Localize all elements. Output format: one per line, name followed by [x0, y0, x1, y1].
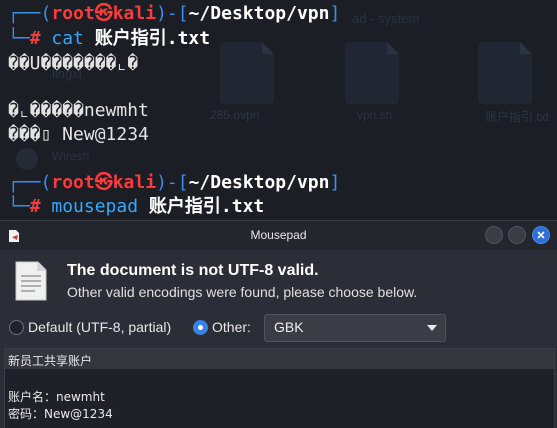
app-icon	[16, 148, 38, 170]
prompt-corner: ┌──(	[8, 3, 52, 24]
file-icon[interactable]	[220, 42, 274, 104]
encoding-dialog: Mousepad The document is not UTF-8 valid…	[0, 220, 557, 428]
prompt-host: kali	[112, 3, 157, 24]
close-icon	[537, 231, 545, 239]
document-icon	[15, 261, 47, 301]
dialog-subtext: Other valid encodings were found, please…	[67, 284, 418, 300]
preview-line: 密码：New@1234	[8, 407, 113, 421]
radio-default-label[interactable]: Default (UTF-8, partial)	[28, 319, 171, 335]
file-icon[interactable]	[345, 42, 399, 104]
prompt-separator: )-[	[156, 172, 189, 193]
file-label: 账户指引.txt	[485, 110, 550, 124]
terminal-output-line: �⌞�����newmht	[8, 100, 149, 121]
prompt-hash: #	[29, 28, 41, 49]
prompt-user: root	[51, 172, 95, 193]
terminal-prompt: ┌──(root㉿kali)-[~/Desktop/vpn]	[8, 172, 340, 194]
minimize-button[interactable]	[485, 226, 503, 244]
prompt-at-icon: ㉿	[94, 172, 113, 193]
prompt-corner: ┌──(	[8, 172, 52, 193]
encoding-value: GBK	[274, 319, 304, 335]
command-name: cat	[51, 28, 84, 49]
text-preview[interactable]: 新员工共享账户 账户名：newmht 密码：New@1234	[4, 348, 555, 428]
radio-other-encoding[interactable]	[193, 320, 208, 335]
close-button[interactable]	[532, 226, 550, 244]
prompt-corner: └─	[8, 196, 30, 217]
prompt-corner: └─	[8, 28, 30, 49]
prompt-host: kali	[112, 172, 157, 193]
command-arg: 账户指引.txt	[148, 196, 265, 217]
prompt-hash: #	[29, 196, 41, 217]
preview-line: 账户名：newmht	[8, 390, 105, 404]
terminal-command: └─# cat 账户指引.txt	[8, 28, 210, 50]
command-arg: 账户指引.txt	[94, 28, 211, 49]
maximize-button[interactable]	[508, 226, 526, 244]
background-window-title: ad - system	[352, 11, 420, 26]
prompt-separator: )-[	[156, 3, 189, 24]
terminal-output-line: ���▯ New@1234	[8, 124, 149, 145]
desktop: ad - system 285.ovpn vpn.sh 账户指引.txt lin…	[0, 0, 557, 428]
command-name: mousepad	[51, 196, 139, 217]
dialog-titlebar[interactable]: Mousepad	[0, 221, 557, 250]
encoding-dropdown[interactable]: GBK	[264, 314, 446, 342]
dialog-title: Mousepad	[250, 228, 307, 242]
terminal-command: └─# mousepad 账户指引.txt	[8, 196, 264, 218]
radio-other-label[interactable]: Other:	[212, 319, 251, 335]
file-label: 285.ovpn	[210, 108, 260, 122]
prompt-close: ]	[329, 172, 341, 193]
chevron-down-icon	[427, 325, 437, 331]
file-label: vpn.sh	[357, 108, 393, 122]
terminal-output-line: ��U�������⌞�	[8, 53, 139, 74]
prompt-user: root	[51, 3, 95, 24]
background-label: Wiresh	[52, 149, 90, 163]
radio-default-encoding[interactable]	[9, 320, 24, 335]
dialog-headline: The document is not UTF-8 valid.	[67, 262, 319, 279]
prompt-at-icon: ㉿	[94, 3, 113, 24]
prompt-path: ~/Desktop/vpn	[188, 172, 330, 193]
prompt-path: ~/Desktop/vpn	[188, 3, 330, 24]
preview-line: 新员工共享账户	[8, 354, 93, 368]
terminal-prompt: ┌──(root㉿kali)-[~/Desktop/vpn]	[8, 3, 340, 25]
prompt-close: ]	[329, 3, 341, 24]
file-icon[interactable]	[478, 42, 532, 104]
